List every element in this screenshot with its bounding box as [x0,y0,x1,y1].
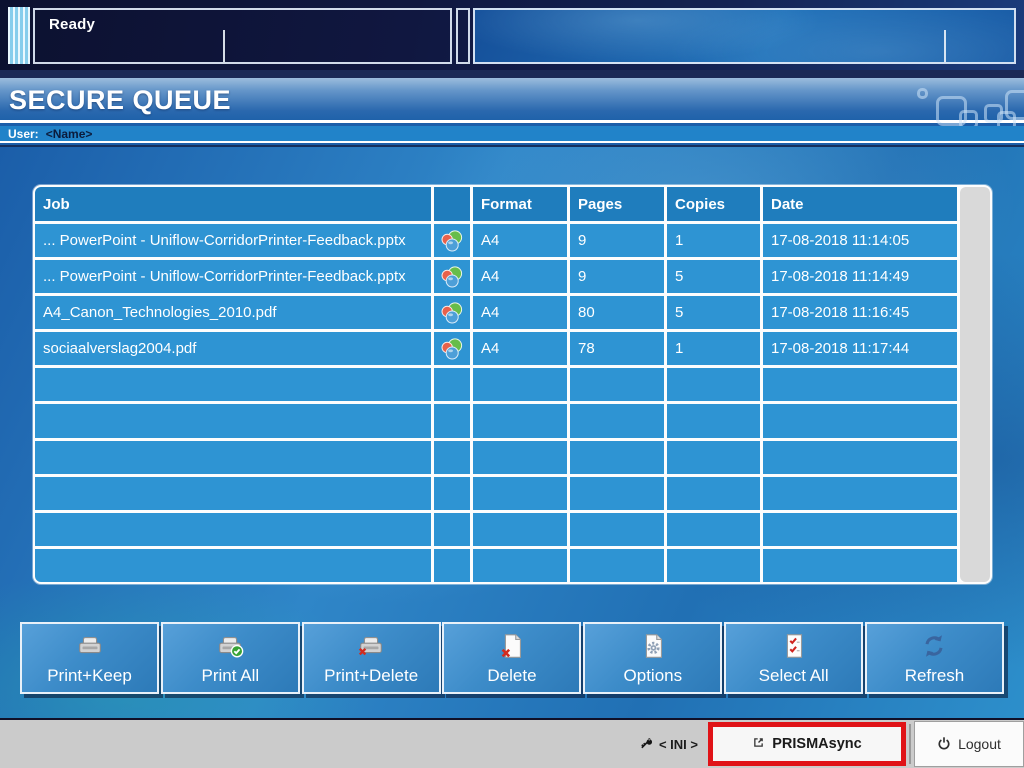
action-button-row: Print+Keep Print All Print+Delete Delete [20,622,1004,694]
printer-delete-icon [356,631,386,666]
job-format: A4 [473,260,567,293]
ini-indicator[interactable]: < INI > [639,735,698,753]
user-bar: User: <Name> [0,126,1024,143]
logout-button[interactable]: Logout [914,721,1024,767]
prismasync-label: PRISMAsync [772,736,861,752]
empty-table-row [35,513,957,546]
color-circles-icon [434,332,470,365]
checklist-icon [779,631,809,666]
job-name: ... PowerPoint - Uniflow-CorridorPrinter… [35,260,431,293]
button-label: Print+Keep [47,666,132,686]
job-name: ... PowerPoint - Uniflow-CorridorPrinter… [35,224,431,257]
color-circles-icon [434,296,470,329]
printer-check-icon [215,631,245,666]
job-format: A4 [473,296,567,329]
job-pages: 9 [570,224,664,257]
empty-table-row [35,477,957,510]
job-name: A4_Canon_Technologies_2010.pdf [35,296,431,329]
bottom-bar-divider [909,724,911,764]
select-all-button[interactable]: Select All [724,622,863,694]
refresh-button[interactable]: Refresh [865,622,1004,694]
job-copies: 5 [667,296,760,329]
job-format: A4 [473,332,567,365]
page-title: SECURE QUEUE [9,85,231,116]
bottom-bar: < INI > PRISMAsync Logout [0,718,1024,768]
status-panel-spacer [456,8,470,64]
refresh-icon [919,631,949,666]
print-keep-button[interactable]: Print+Keep [20,622,159,694]
header-format[interactable]: Format [473,187,567,221]
button-label: Options [624,666,683,686]
table-row[interactable]: A4_Canon_Technologies_2010.pdf A4 80 5 1… [35,296,957,329]
print-all-button[interactable]: Print All [161,622,300,694]
logout-label: Logout [958,736,1001,752]
main-area: Job Format Pages Copies Date ... PowerPo… [0,147,1024,718]
secure-queue-table: Job Format Pages Copies Date ... PowerPo… [33,185,992,584]
status-panel: Ready [33,8,452,64]
job-copies: 5 [667,260,760,293]
user-label: User: [8,127,39,141]
job-pages: 78 [570,332,664,365]
empty-table-row [35,441,957,474]
delete-button[interactable]: Delete [442,622,581,694]
printer-icon [75,631,105,666]
color-circles-icon [434,224,470,257]
external-link-icon [752,736,765,753]
status-panel-divider-2 [944,30,946,62]
user-name-value: <Name> [46,127,93,141]
document-gear-icon [638,631,668,666]
brand-stripes [8,7,30,64]
button-label: Select All [759,666,829,686]
header-pages[interactable]: Pages [570,187,664,221]
header-icon [434,187,470,221]
button-label: Delete [487,666,536,686]
empty-table-row [35,549,957,582]
job-date: 17-08-2018 11:14:05 [763,224,957,257]
job-pages: 9 [570,260,664,293]
color-circles-icon [434,260,470,293]
header-copies[interactable]: Copies [667,187,760,221]
header-job[interactable]: Job [35,187,431,221]
key-icon [639,735,654,753]
options-button[interactable]: Options [583,622,722,694]
table-row[interactable]: ... PowerPoint - Uniflow-CorridorPrinter… [35,224,957,257]
job-date: 17-08-2018 11:17:44 [763,332,957,365]
job-name: sociaalverslag2004.pdf [35,332,431,365]
job-pages: 80 [570,296,664,329]
prismasync-button[interactable]: PRISMAsync [708,722,906,766]
table-row[interactable]: sociaalverslag2004.pdf A4 78 1 17-08-201… [35,332,957,365]
job-copies: 1 [667,332,760,365]
header-date[interactable]: Date [763,187,957,221]
title-top-strip [0,70,1024,78]
status-panel-secondary [473,8,1016,64]
print-delete-button[interactable]: Print+Delete [302,622,441,694]
ini-label: < INI > [659,737,698,752]
title-bar: SECURE QUEUE [0,78,1024,123]
table-header-row: Job Format Pages Copies Date [35,187,957,221]
job-date: 17-08-2018 11:16:45 [763,296,957,329]
printer-status-text: Ready [35,10,450,33]
job-date: 17-08-2018 11:14:49 [763,260,957,293]
button-label: Refresh [905,666,965,686]
table-row[interactable]: ... PowerPoint - Uniflow-CorridorPrinter… [35,260,957,293]
button-label: Print All [202,666,260,686]
power-icon [937,736,951,753]
document-delete-icon [497,631,527,666]
job-format: A4 [473,224,567,257]
deco-squares-icon [917,88,928,99]
table-grid: Job Format Pages Copies Date ... PowerPo… [35,187,957,582]
empty-table-row [35,368,957,401]
empty-table-row [35,404,957,437]
status-panel-divider [223,30,225,62]
button-label: Print+Delete [324,666,418,686]
top-status-bar: Ready [0,0,1024,70]
job-copies: 1 [667,224,760,257]
table-scrollbar[interactable] [960,187,990,582]
